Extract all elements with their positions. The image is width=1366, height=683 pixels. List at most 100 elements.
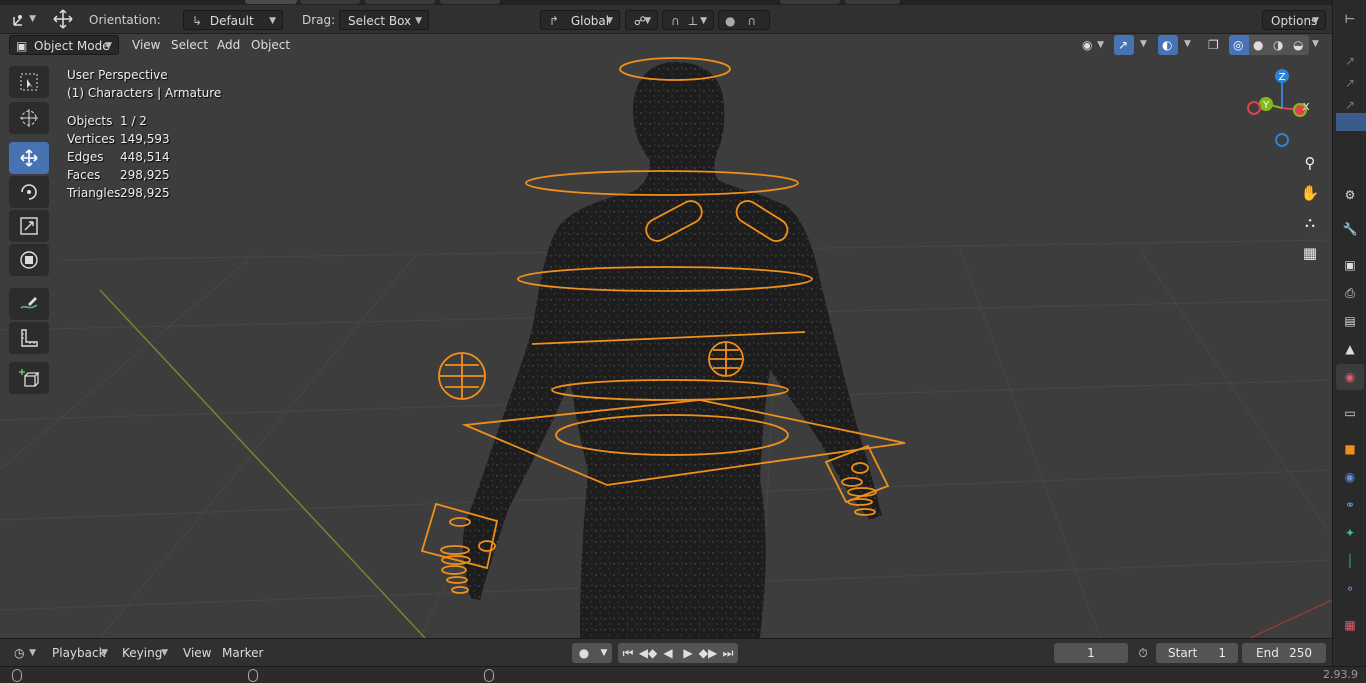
menu-view[interactable]: View <box>126 35 166 55</box>
jump-end-button[interactable]: ⏭ <box>718 643 738 663</box>
orientation-value: Default <box>209 14 254 28</box>
pan-button[interactable]: ✋ <box>1296 179 1324 207</box>
drag-label: Drag: <box>302 13 336 27</box>
transform-pivot-button[interactable] <box>50 9 76 29</box>
3d-viewport[interactable]: User Perspective (1) Characters | Armatu… <box>0 34 1332 638</box>
chevron-down-icon[interactable]: ▼ <box>1312 39 1326 49</box>
stat-row: Triangles298,925 <box>67 184 170 202</box>
ik-pole-left[interactable] <box>438 352 486 400</box>
pivot-point-dropdown[interactable]: ☍ ▼ <box>625 10 658 30</box>
zoom-icon: ⚲ <box>1304 154 1316 172</box>
end-value: 250 <box>1289 646 1312 660</box>
tab-scene[interactable]: ▲ <box>1336 336 1364 362</box>
tab-particles[interactable]: ⚭ <box>1336 492 1364 518</box>
timeline-editor-type[interactable]: ◷ ▼ <box>8 643 42 663</box>
move-icon <box>20 149 38 167</box>
tab-texture[interactable]: ▦ <box>1336 612 1364 638</box>
menu-view[interactable]: View <box>177 643 217 663</box>
start-frame-field[interactable]: Start 1 <box>1156 643 1238 663</box>
material-sphere-icon: ◑ <box>1273 38 1284 52</box>
editor-type-button[interactable]: ▼ <box>8 9 42 29</box>
menu-keying[interactable]: Keying ▼ <box>116 643 174 663</box>
physics-icon: ✦ <box>1344 526 1356 540</box>
mode-dropdown[interactable]: ▣ Object Mode ▼ <box>9 35 119 55</box>
axis-y-label: Y <box>1262 100 1270 111</box>
tool-rotate[interactable] <box>9 176 49 208</box>
overlays-toggle[interactable]: ◐ <box>1158 35 1178 55</box>
scene-statistics: Objects 1 / 2 Vertices 149,593 Edges 448,51… <box>67 112 170 202</box>
tab-render[interactable]: ▣ <box>1336 252 1364 278</box>
viewport-scene <box>0 34 1332 638</box>
perspective-toggle-button[interactable]: ▦ <box>1296 239 1324 267</box>
outliner-toggle[interactable]: ⊢ <box>1336 6 1364 32</box>
tool-annotate[interactable] <box>9 288 49 320</box>
shading-solid[interactable]: ● <box>1249 35 1269 55</box>
stat-key: Objects <box>67 114 113 128</box>
object-square-icon: ■ <box>1344 442 1356 456</box>
tool-add-cube[interactable] <box>9 362 49 394</box>
modifier-icon: ◉ <box>1344 470 1356 484</box>
ik-pole-right[interactable] <box>708 341 744 377</box>
tool-measure[interactable] <box>9 322 49 354</box>
tab-modifiers[interactable]: ◉ <box>1336 464 1364 490</box>
proportional-editing-dropdown[interactable]: ● ∩ <box>718 10 770 30</box>
chevron-down-icon: ▼ <box>1312 16 1319 26</box>
shading-material[interactable]: ◑ <box>1269 35 1289 55</box>
keying-label: Keying <box>122 646 163 660</box>
jump-start-button[interactable]: ⏮ <box>618 643 638 663</box>
tab-output[interactable]: ⎙ <box>1336 280 1364 306</box>
current-frame-field[interactable]: 1 <box>1054 643 1128 663</box>
orientation-gizmo: Z Y X <box>1247 69 1310 147</box>
options-dropdown[interactable]: Options ▼ <box>1262 10 1326 30</box>
prev-keyframe-icon: ◀◆ <box>638 646 658 660</box>
menu-playback[interactable]: Playback ▼ <box>46 643 114 663</box>
move-arrows-icon <box>53 9 73 29</box>
tool-settings-icon: ⚙ <box>1344 188 1356 202</box>
tab-physics[interactable]: ✦ <box>1336 520 1364 546</box>
shading-rendered[interactable]: ◒ <box>1289 35 1309 55</box>
keying-options[interactable]: ▼ <box>594 643 614 663</box>
tab-tool[interactable]: ⚙ <box>1336 182 1364 208</box>
menu-object[interactable]: Object <box>245 35 296 55</box>
orientation-dropdown[interactable]: ↳ Default ▼ <box>183 10 283 30</box>
tab-world[interactable]: ◉ <box>1336 364 1364 390</box>
tool-select-box[interactable] <box>9 66 49 98</box>
tool-scale[interactable] <box>9 210 49 242</box>
play-button[interactable]: ▶ <box>678 643 698 663</box>
end-frame-field[interactable]: End 250 <box>1242 643 1326 663</box>
mouse-middle-icon <box>248 669 258 682</box>
tab-constraints[interactable]: ⚬ <box>1336 576 1364 602</box>
shading-wireframe[interactable]: ◎ <box>1229 35 1249 55</box>
printer-icon: ⎙ <box>1345 285 1355 300</box>
tab-object-data[interactable]: │ <box>1336 548 1364 574</box>
tab-view-layer[interactable]: ▤ <box>1336 308 1364 334</box>
overlays-icon: ◐ <box>1162 38 1173 52</box>
auto-keying-toggle[interactable]: ● <box>574 643 594 663</box>
preview-range-toggle[interactable]: ⏱ <box>1133 643 1153 663</box>
tab-object[interactable]: ■ <box>1336 436 1364 462</box>
transform-orientation-dropdown[interactable]: ↱ Global ▼ <box>540 10 620 30</box>
stat-value: 298,925 <box>120 168 170 182</box>
gizmo-toggle[interactable]: ↗ <box>1114 35 1134 55</box>
tool-transform[interactable] <box>9 244 49 276</box>
play-reverse-button[interactable]: ◀ <box>658 643 678 663</box>
visibility-dropdown[interactable]: ◉ ▼ <box>1076 35 1110 55</box>
zoom-button[interactable]: ⚲ <box>1296 149 1324 177</box>
timeline-header: ◷ ▼ Playback ▼ Keying ▼ View Marker ● ▼ … <box>0 638 1332 666</box>
xray-toggle[interactable]: ❐ <box>1204 35 1224 55</box>
chevron-down-icon: ▼ <box>1097 40 1104 50</box>
menu-select[interactable]: Select <box>165 35 214 55</box>
proportional-edit-icon: ● <box>725 14 736 28</box>
navigation-gizmo[interactable]: Z Y X <box>1244 66 1324 150</box>
menu-marker[interactable]: Marker <box>216 643 269 663</box>
tab-tools[interactable]: 🔧 <box>1336 216 1364 242</box>
tool-move[interactable] <box>9 142 49 174</box>
drag-dropdown[interactable]: Select Box ▼ <box>339 10 429 30</box>
menu-add[interactable]: Add <box>211 35 246 55</box>
prev-keyframe-button[interactable]: ◀◆ <box>638 643 658 663</box>
tab-collection[interactable]: ▭ <box>1336 400 1364 426</box>
camera-view-button[interactable]: ⛬ <box>1296 209 1324 237</box>
next-keyframe-button[interactable]: ◆▶ <box>698 643 718 663</box>
tool-cursor[interactable] <box>9 102 49 134</box>
snap-dropdown[interactable]: ∩ ⊥ ▼ <box>662 10 714 30</box>
